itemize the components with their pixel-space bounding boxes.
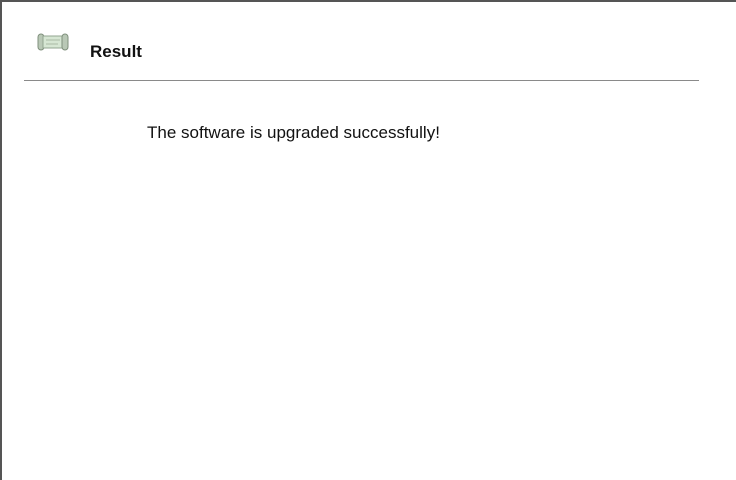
result-panel: Result The software is upgraded successf…: [0, 0, 736, 480]
status-message: The software is upgraded successfully!: [147, 123, 440, 142]
page-title: Result: [90, 42, 142, 61]
result-header: Result: [24, 2, 699, 81]
scroll-icon: [36, 32, 70, 52]
